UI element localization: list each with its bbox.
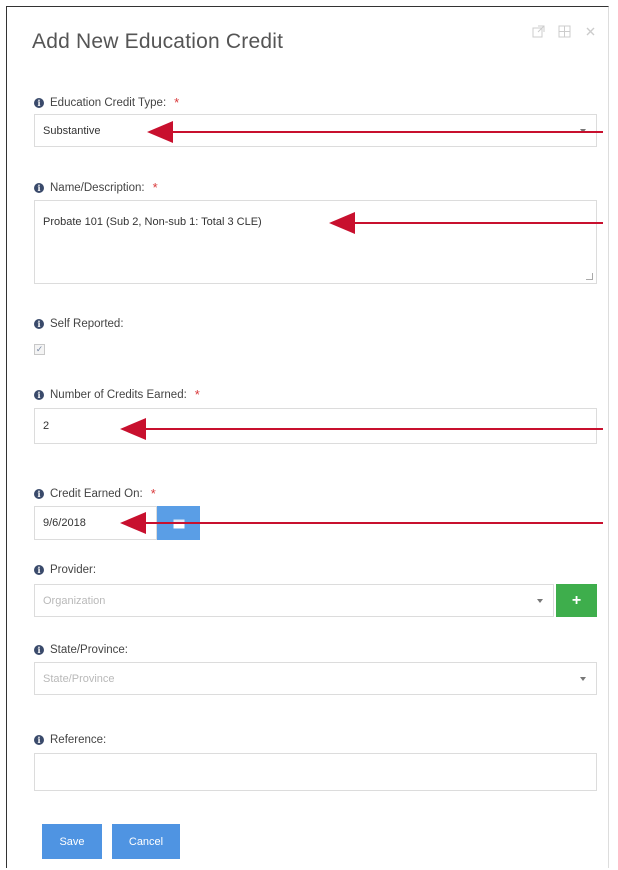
grid-icon[interactable]	[558, 25, 572, 39]
info-icon: i	[34, 565, 44, 575]
resize-handle[interactable]	[586, 273, 593, 280]
info-icon: i	[34, 319, 44, 329]
credit-type-label: i Education Credit Type: *	[34, 95, 179, 110]
name-textarea[interactable]: Probate 101 (Sub 2, Non-sub 1: Total 3 C…	[34, 200, 597, 284]
state-select[interactable]: State/Province	[34, 662, 597, 695]
info-icon: i	[34, 97, 44, 108]
self-reported-checkbox[interactable]: ✓	[34, 344, 45, 355]
window-controls	[532, 25, 598, 39]
info-icon: i	[34, 389, 44, 400]
earned-on-label: i Credit Earned On: *	[34, 486, 156, 501]
add-provider-button[interactable]: +	[556, 584, 597, 617]
reference-label: i Reference:	[34, 734, 106, 746]
required-marker: *	[194, 387, 200, 402]
required-marker: *	[174, 95, 180, 110]
save-button[interactable]: Save	[42, 824, 102, 859]
dialog-title: Add New Education Credit	[32, 30, 284, 53]
provider-select[interactable]: Organization	[34, 584, 554, 617]
state-label: i State/Province:	[34, 644, 128, 656]
close-icon[interactable]	[584, 25, 598, 39]
required-marker: *	[150, 486, 156, 501]
self-reported-label: i Self Reported:	[34, 318, 124, 330]
chevron-down-icon	[580, 676, 586, 681]
info-icon: i	[34, 488, 44, 499]
info-icon: i	[34, 182, 44, 193]
external-link-icon[interactable]	[532, 25, 546, 39]
credits-label: i Number of Credits Earned: *	[34, 387, 200, 402]
plus-icon: +	[571, 591, 582, 609]
reference-input[interactable]	[34, 753, 597, 791]
required-marker: *	[152, 180, 158, 195]
info-icon: i	[34, 645, 44, 655]
provider-label: i Provider:	[34, 564, 96, 576]
check-icon: ✓	[35, 344, 44, 354]
credits-input[interactable]: 2	[34, 408, 597, 444]
cancel-button[interactable]: Cancel	[112, 824, 180, 859]
info-icon: i	[34, 735, 44, 745]
name-label: i Name/Description: *	[34, 180, 158, 195]
chevron-down-icon	[537, 598, 543, 603]
